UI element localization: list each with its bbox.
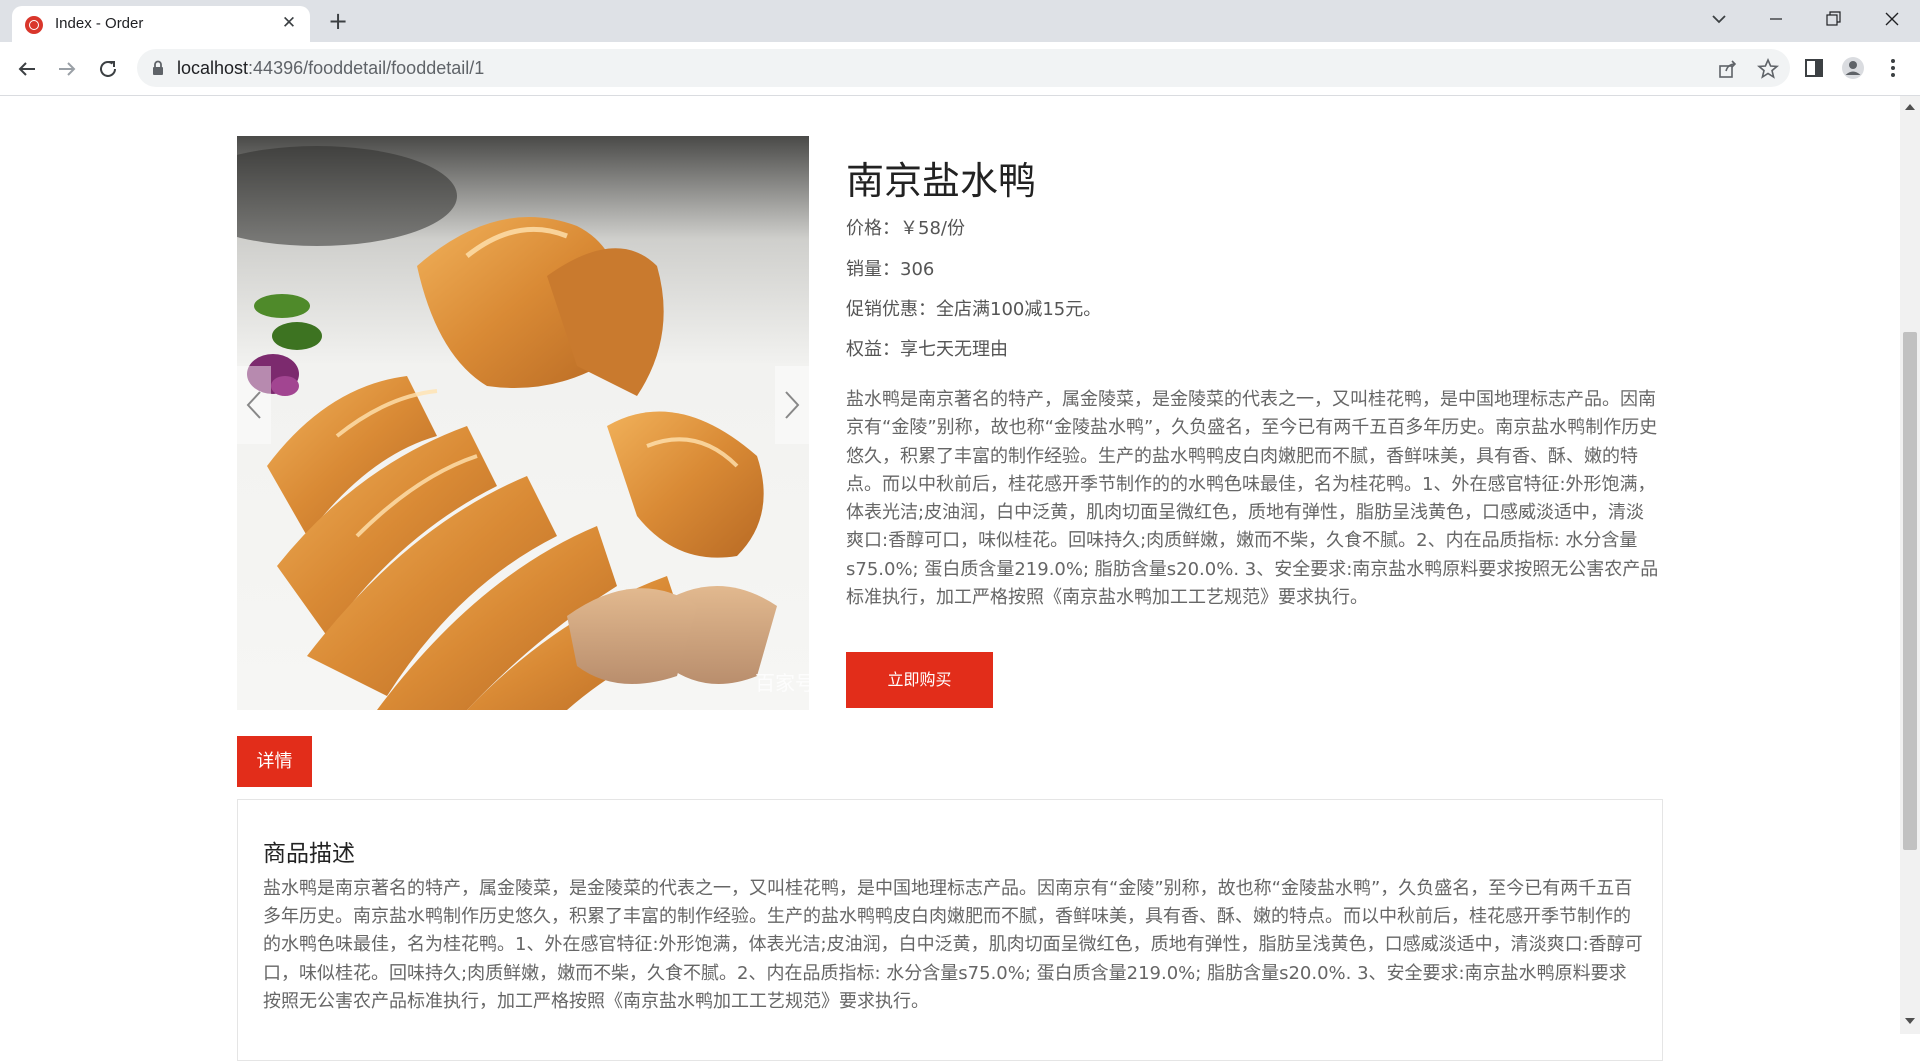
lock-icon[interactable] — [151, 60, 165, 76]
detail-panel-title: 商品描述 — [263, 841, 355, 867]
product-title: 南京盐水鸭 — [846, 159, 1037, 203]
minimize-icon[interactable] — [1761, 6, 1791, 32]
url-host: localhost:44396/fooddetail/fooddetail/1 — [177, 58, 484, 79]
buy-now-button[interactable]: 立即购买 — [846, 652, 993, 708]
site-favicon-icon — [25, 16, 43, 34]
close-window-icon[interactable] — [1877, 6, 1907, 32]
scroll-up-arrow-icon[interactable] — [1905, 104, 1915, 110]
tab-title: Index - Order — [55, 15, 144, 32]
browser-toolbar: localhost:44396/fooddetail/fooddetail/1 — [0, 42, 1920, 96]
browser-tab-strip: Index - Order ✕ + — [0, 0, 1920, 42]
detail-panel: 商品描述 盐水鸭是南京著名的特产，属金陵菜，是金陵菜的代表之一，又叫桂花鸭，是中… — [237, 799, 1663, 1061]
share-icon[interactable] — [1717, 58, 1739, 80]
chevron-right-icon — [785, 391, 800, 419]
tab-details[interactable]: 详情 — [237, 736, 312, 787]
star-bookmark-icon[interactable] — [1757, 58, 1779, 80]
address-bar[interactable]: localhost:44396/fooddetail/fooddetail/1 — [137, 49, 1790, 87]
scroll-down-arrow-icon[interactable] — [1905, 1018, 1915, 1024]
url-path-text: :44396/fooddetail/fooddetail/1 — [248, 58, 485, 78]
reload-icon[interactable] — [95, 56, 121, 82]
sales-line: 销量：306 — [846, 255, 934, 281]
price-value: ￥58/份 — [900, 218, 965, 239]
price-label: 价格： — [846, 218, 900, 239]
sales-label: 销量： — [846, 259, 900, 280]
detail-panel-description: 盐水鸭是南京著名的特产，属金陵菜，是金陵菜的代表之一，又叫桂花鸭，是中国地理标志… — [263, 878, 1643, 1012]
rights-value: 享七天无理由 — [900, 339, 1008, 360]
image-watermark: 百家号 — [755, 672, 809, 695]
page-scrollbar[interactable] — [1900, 96, 1920, 1034]
price-line: 价格：￥58/份 — [846, 214, 965, 240]
more-menu-icon[interactable] — [1881, 56, 1905, 80]
product-image-carousel: 百家号 — [237, 136, 809, 710]
browser-tab[interactable]: Index - Order ✕ — [12, 6, 310, 42]
url-host-text: localhost — [177, 58, 249, 78]
profile-avatar-icon[interactable] — [1841, 56, 1865, 80]
forward-arrow-icon[interactable] — [54, 56, 80, 82]
back-arrow-icon[interactable] — [14, 56, 40, 82]
sales-value: 306 — [900, 259, 935, 280]
rights-line: 权益：享七天无理由 — [846, 335, 1008, 361]
carousel-prev-button[interactable] — [237, 366, 271, 444]
side-panel-icon[interactable] — [1802, 56, 1826, 80]
close-tab-icon[interactable]: ✕ — [278, 12, 300, 34]
promo-line: 促销优惠：全店满100减15元。 — [846, 295, 1101, 321]
carousel-next-button[interactable] — [775, 366, 809, 444]
product-description: 盐水鸭是南京著名的特产，属金陵菜，是金陵菜的代表之一，又叫桂花鸭，是中国地理标志… — [846, 389, 1659, 609]
promo-label: 促销优惠： — [846, 299, 936, 320]
promo-value: 全店满100减15元。 — [936, 299, 1102, 320]
new-tab-icon[interactable]: + — [325, 9, 351, 35]
rights-label: 权益： — [846, 339, 900, 360]
product-photo: 百家号 — [237, 136, 809, 710]
restore-window-icon[interactable] — [1818, 6, 1848, 32]
chevron-left-icon — [246, 391, 261, 419]
scrollbar-thumb[interactable] — [1903, 332, 1917, 850]
chevron-down-icon[interactable] — [1708, 8, 1730, 30]
